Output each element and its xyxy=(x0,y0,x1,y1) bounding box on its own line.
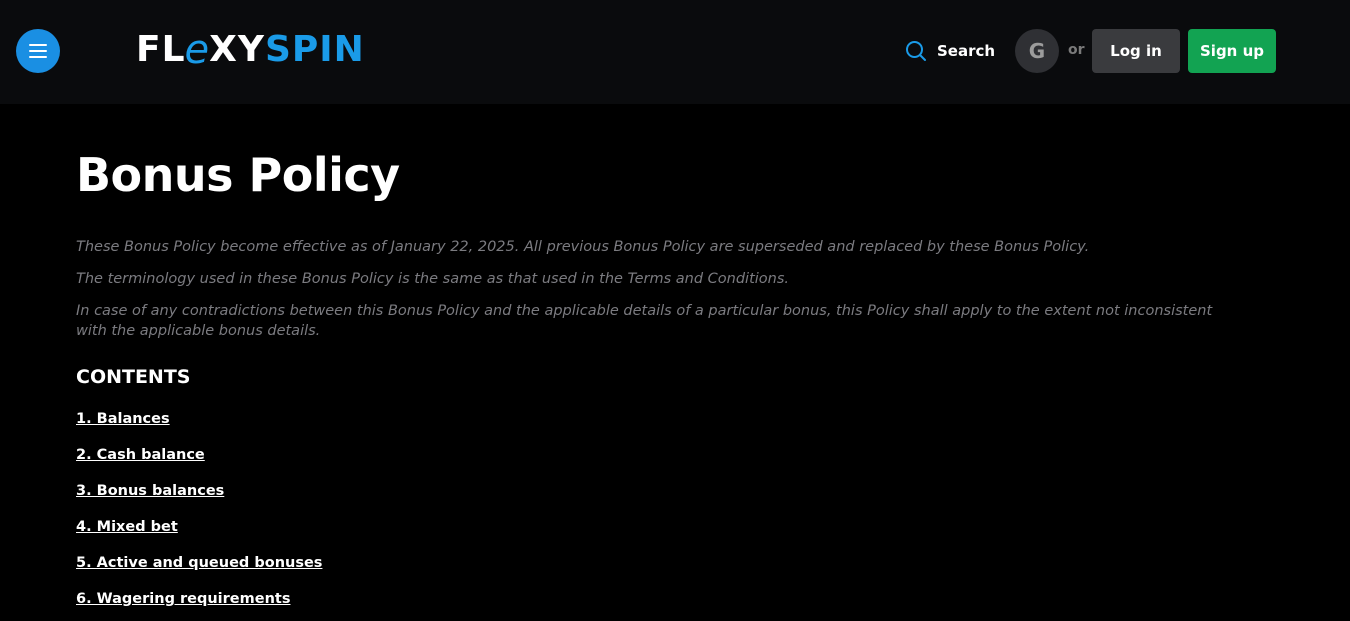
hamburger-icon-line xyxy=(29,56,47,58)
table-of-contents: 1. Balances 2. Cash balance 3. Bonus bal… xyxy=(76,408,322,621)
site-header: FL e XY SPIN Search G or Log in Sign up xyxy=(0,0,1350,104)
intro-paragraph: In case of any contradictions between th… xyxy=(76,303,1213,339)
or-separator: or xyxy=(1068,42,1085,58)
toc-link-mixed-bet[interactable]: 4. Mixed bet xyxy=(76,519,178,535)
site-logo[interactable]: FL e XY SPIN xyxy=(136,26,365,74)
search-icon xyxy=(906,41,926,61)
logo-text-part: XY xyxy=(209,29,265,70)
google-icon: G xyxy=(1028,39,1046,63)
page-title: Bonus Policy xyxy=(76,148,400,202)
toc-link-bonus-balances[interactable]: 3. Bonus balances xyxy=(76,483,224,499)
search-button[interactable]: Search xyxy=(905,38,995,64)
login-button[interactable]: Log in xyxy=(1092,29,1180,73)
logo-text-part: FL xyxy=(136,29,186,70)
toc-link-cash-balance[interactable]: 2. Cash balance xyxy=(76,447,205,463)
logo-text-part: e xyxy=(184,27,211,73)
hamburger-icon-line xyxy=(29,50,47,52)
search-label: Search xyxy=(937,42,996,60)
toc-item: 3. Bonus balances xyxy=(76,480,322,516)
menu-button[interactable] xyxy=(16,29,60,73)
toc-item: 6. Wagering requirements xyxy=(76,588,322,621)
intro-paragraph: The terminology used in these Bonus Poli… xyxy=(76,271,790,287)
toc-link-balances[interactable]: 1. Balances xyxy=(76,411,170,427)
toc-link-wagering-requirements[interactable]: 6. Wagering requirements xyxy=(76,591,290,607)
toc-item: 5. Active and queued bonuses xyxy=(76,552,322,588)
intro-paragraph: These Bonus Policy become effective as o… xyxy=(76,239,1090,255)
toc-item: 2. Cash balance xyxy=(76,444,322,480)
toc-link-active-queued-bonuses[interactable]: 5. Active and queued bonuses xyxy=(76,555,322,571)
toc-item: 4. Mixed bet xyxy=(76,516,322,552)
hamburger-icon-line xyxy=(29,44,47,46)
contents-heading: CONTENTS xyxy=(76,366,191,388)
google-login-button[interactable]: G xyxy=(1015,29,1059,73)
signup-button[interactable]: Sign up xyxy=(1188,29,1276,73)
logo-text-part: SPIN xyxy=(264,29,365,70)
toc-item: 1. Balances xyxy=(76,408,322,444)
